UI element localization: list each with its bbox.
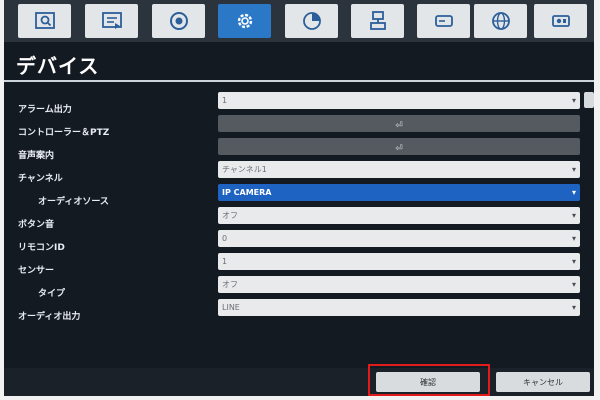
alarm-output-label: アラーム出力 xyxy=(18,105,72,115)
tab-settings[interactable] xyxy=(218,4,271,38)
controller-ptz-button[interactable]: ⏎ xyxy=(218,115,580,132)
tab-storage[interactable] xyxy=(417,4,470,38)
chevron-down-icon: ▾ xyxy=(571,257,576,266)
voice-guide-label: 音声案内 xyxy=(18,151,55,161)
search-icon xyxy=(34,12,55,29)
chevron-down-icon: ▾ xyxy=(571,280,576,289)
button-sound-select[interactable]: オフ ▾ xyxy=(218,207,580,224)
sensor-select[interactable]: 1 ▾ xyxy=(218,253,580,270)
tab-network[interactable] xyxy=(351,4,404,38)
channel-label: チャンネル xyxy=(18,174,63,184)
header-divider xyxy=(4,80,594,82)
playback-icon xyxy=(101,12,122,29)
dvr-screen: デバイス アラーム出力 1 ▾ コントローラー＆PTZ ⏎ 音声案内 ⏎ チャン… xyxy=(4,0,594,396)
tab-camera[interactable] xyxy=(534,4,587,38)
alarm-output-value: 1 xyxy=(222,96,228,105)
controller-ptz-label: コントローラー＆PTZ xyxy=(18,128,110,138)
type-value: オフ xyxy=(222,280,238,289)
alarm-output-select[interactable]: 1 ▾ xyxy=(218,92,580,109)
audio-source-value: IP CAMERA xyxy=(222,188,272,197)
globe-icon xyxy=(491,12,510,30)
audio-source-select[interactable]: IP CAMERA ▾ xyxy=(218,184,580,201)
chevron-down-icon: ▾ xyxy=(571,188,576,197)
tab-globe[interactable] xyxy=(474,4,527,38)
tab-search[interactable] xyxy=(18,4,71,38)
cancel-button[interactable]: キャンセル xyxy=(496,372,590,392)
sensor-label: センサー xyxy=(18,266,55,276)
settings-gear-icon xyxy=(237,13,252,29)
chevron-down-icon: ▾ xyxy=(571,234,576,243)
enter-arrow-icon: ⏎ xyxy=(395,121,403,131)
chevron-down-icon: ▾ xyxy=(571,211,576,220)
channel-select[interactable]: チャンネル1 ▾ xyxy=(218,161,580,178)
audio-output-label: オーディオ出力 xyxy=(18,312,81,322)
top-menu-bar xyxy=(4,0,594,42)
voice-guide-button[interactable]: ⏎ xyxy=(218,138,580,155)
record-icon xyxy=(169,12,188,30)
stats-pie-icon xyxy=(302,12,321,30)
audio-output-select[interactable]: LINE ▾ xyxy=(218,299,580,316)
page-title: デバイス xyxy=(16,54,100,78)
chevron-down-icon: ▾ xyxy=(571,165,576,174)
sensor-value: 1 xyxy=(222,257,228,266)
chevron-down-icon: ▾ xyxy=(571,303,576,312)
button-sound-value: オフ xyxy=(222,211,238,220)
audio-source-label: オーディオソース xyxy=(38,197,109,207)
channel-value: チャンネル1 xyxy=(222,165,267,174)
tab-stats[interactable] xyxy=(285,4,338,38)
button-sound-label: ボタン音 xyxy=(18,220,55,230)
storage-icon xyxy=(434,15,453,27)
tab-playback[interactable] xyxy=(85,4,138,38)
audio-output-value: LINE xyxy=(222,303,240,312)
highlight-box xyxy=(368,364,490,396)
network-icon xyxy=(369,11,386,30)
remote-id-value: 0 xyxy=(222,234,228,243)
chevron-down-icon: ▾ xyxy=(571,96,576,105)
enter-arrow-icon: ⏎ xyxy=(395,144,403,154)
remote-id-select[interactable]: 0 ▾ xyxy=(218,230,580,247)
camera-icon xyxy=(551,15,570,27)
type-label: タイプ xyxy=(38,289,66,299)
type-select[interactable]: オフ ▾ xyxy=(218,276,580,293)
row-extra-button[interactable] xyxy=(584,92,594,108)
remote-id-label: リモコンID xyxy=(18,243,65,253)
tab-record[interactable] xyxy=(152,4,205,38)
page-header: デバイス xyxy=(4,46,594,82)
